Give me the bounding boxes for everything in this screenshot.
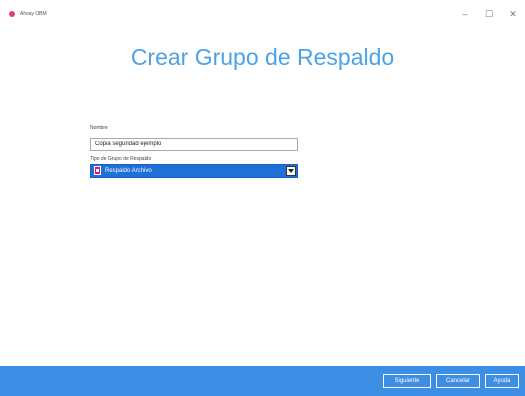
window-title: Ahsay OBM bbox=[20, 11, 47, 17]
backup-type-select[interactable]: Respaldo Archivo bbox=[90, 163, 298, 178]
name-input[interactable] bbox=[90, 137, 298, 151]
title-bar: Ahsay OBM – ☐ ✕ bbox=[0, 0, 525, 28]
chevron-down-icon[interactable] bbox=[286, 165, 296, 176]
file-backup-icon bbox=[94, 166, 101, 175]
close-button[interactable]: ✕ bbox=[501, 0, 525, 28]
next-button[interactable]: Siguiente bbox=[383, 374, 431, 388]
footer-buttons: Siguiente Cancelar Ayuda bbox=[383, 374, 519, 388]
window-controls: – ☐ ✕ bbox=[453, 0, 525, 28]
maximize-button[interactable]: ☐ bbox=[477, 0, 501, 28]
backup-type-value: Respaldo Archivo bbox=[105, 167, 152, 174]
help-button[interactable]: Ayuda bbox=[485, 374, 519, 388]
backup-set-form: Nombre Tipo de Grupo de Respaldo Respald… bbox=[90, 124, 298, 178]
name-label: Nombre bbox=[90, 125, 108, 131]
app-logo-icon bbox=[9, 11, 15, 17]
footer-bar: Siguiente Cancelar Ayuda bbox=[0, 366, 525, 396]
backup-type-label: Tipo de Grupo de Respaldo bbox=[90, 155, 152, 162]
page-title: Crear Grupo de Respaldo bbox=[130, 44, 395, 70]
minimize-button[interactable]: – bbox=[453, 0, 477, 28]
cancel-button[interactable]: Cancelar bbox=[436, 374, 480, 388]
